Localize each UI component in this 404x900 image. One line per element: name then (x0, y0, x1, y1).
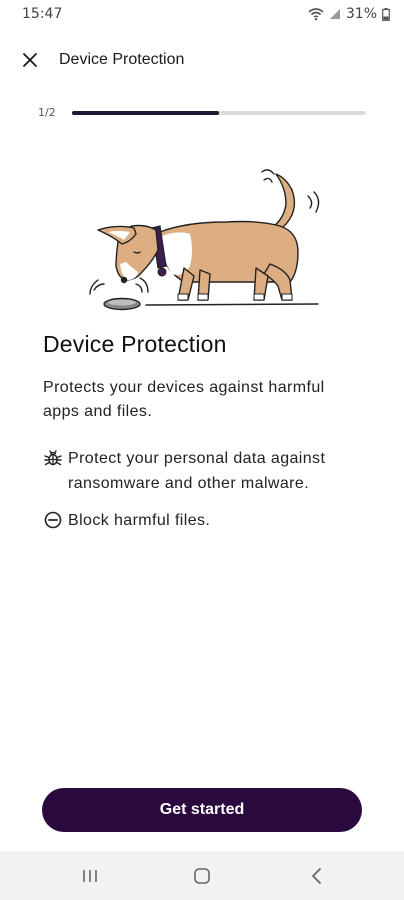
bug-icon (44, 450, 62, 466)
home-button[interactable] (187, 864, 217, 888)
progress-track (72, 111, 366, 115)
collar-tag (157, 267, 167, 277)
battery-percent: 31% (345, 6, 377, 22)
battery-icon (382, 7, 390, 21)
signal-icon (329, 9, 340, 19)
system-nav-bar (0, 851, 404, 900)
step-progress: 1/2 (38, 106, 368, 120)
get-started-button[interactable]: Get started (42, 788, 362, 832)
home-icon (194, 868, 210, 884)
status-indicators: 31% (308, 6, 390, 22)
back-icon (312, 868, 321, 884)
feature-text-block-files: Block harmful files. (68, 512, 211, 529)
step-counter: 1/2 (38, 106, 56, 119)
chest-patch (162, 232, 192, 275)
top-bar: Device Protection (0, 40, 404, 80)
wifi-icon (308, 8, 324, 21)
feature-text-malware: Protect your personal data against ranso… (68, 450, 326, 492)
status-time: 15:47 (22, 6, 63, 22)
tail (273, 173, 296, 229)
section-description: Protects your devices against harmful ap… (43, 379, 325, 420)
page-title: Device Protection (59, 51, 185, 68)
close-button[interactable] (16, 48, 44, 72)
dog-nose (120, 276, 128, 284)
block-icon (44, 511, 62, 529)
dog-sniffing-illustration (89, 169, 320, 311)
feature-item-block-files: Block harmful files. (43, 508, 363, 533)
close-icon (23, 53, 37, 67)
section-heading: Device Protection (43, 331, 227, 357)
recent-apps-button[interactable] (75, 864, 105, 888)
back-button[interactable] (302, 864, 332, 888)
recent-apps-icon (83, 870, 97, 882)
status-bar: 15:47 31% (0, 0, 404, 28)
progress-fill (72, 111, 219, 115)
feature-item-malware: Protect your personal data against ranso… (43, 446, 363, 496)
